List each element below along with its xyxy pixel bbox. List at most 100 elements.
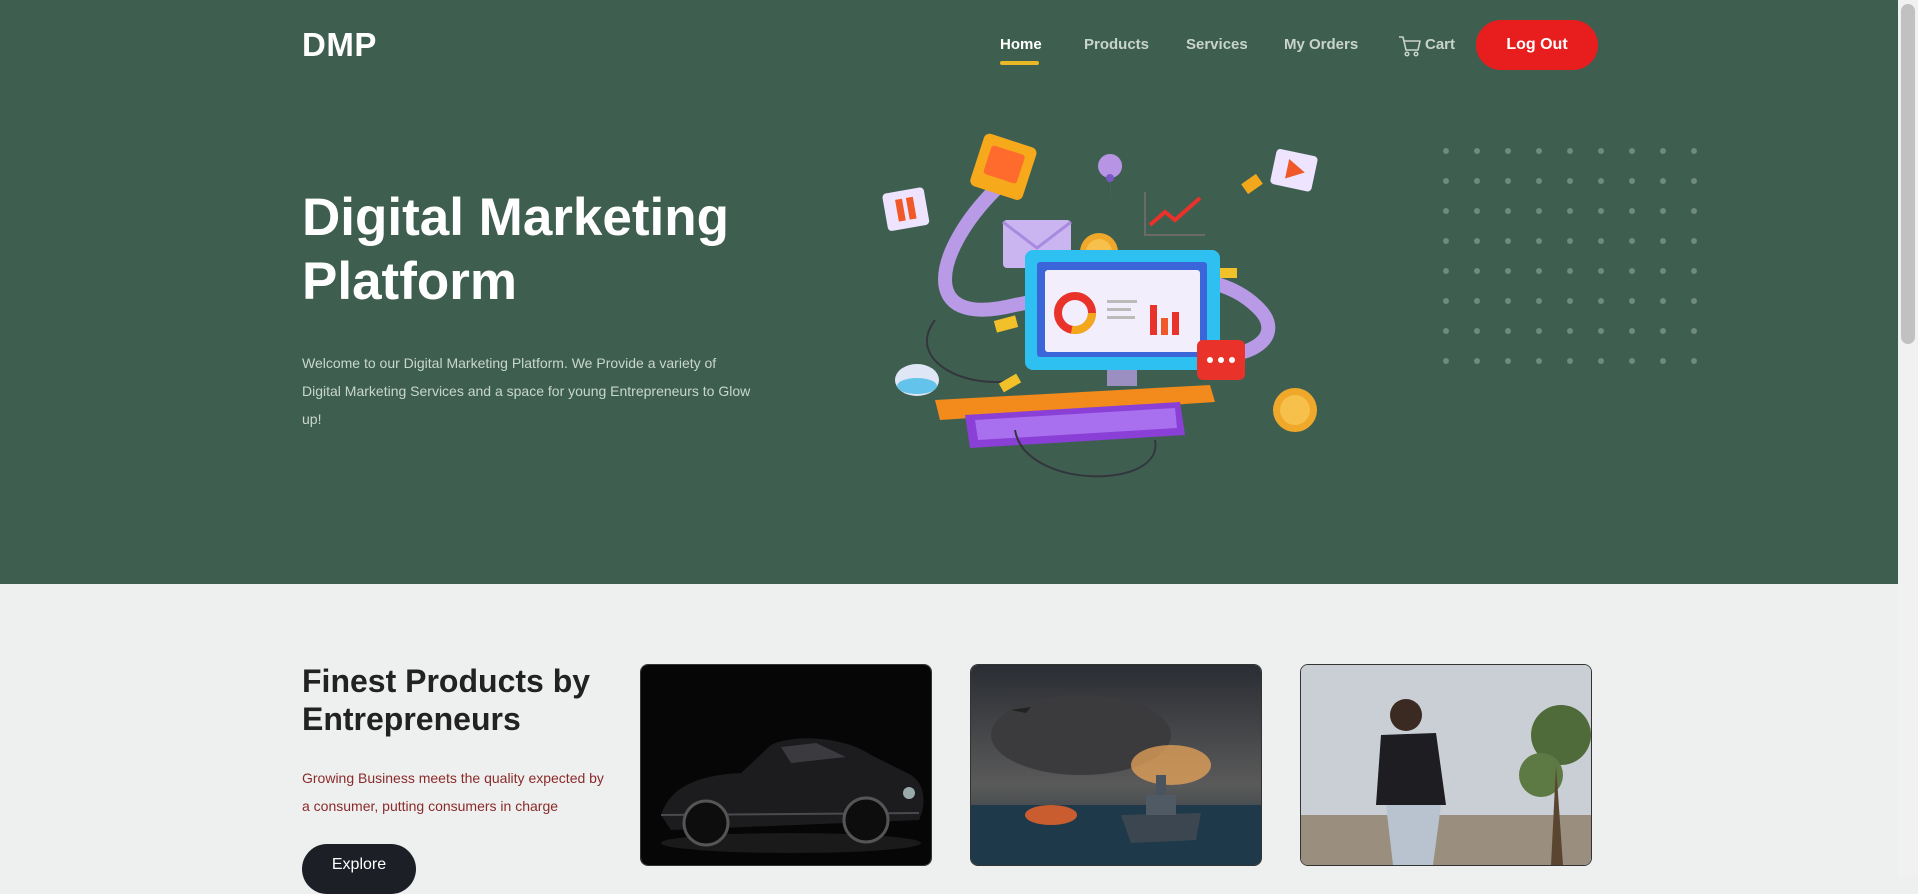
car-image	[641, 665, 931, 865]
product-card-warship[interactable]	[970, 664, 1262, 866]
decorative-dot	[1474, 298, 1480, 304]
decorative-dot	[1474, 358, 1480, 364]
decorative-dot	[1598, 268, 1604, 274]
decorative-dot	[1505, 208, 1511, 214]
decorative-dot	[1567, 238, 1573, 244]
explore-button[interactable]: Explore	[302, 844, 416, 894]
decorative-dot	[1660, 358, 1666, 364]
logout-button[interactable]: Log Out	[1476, 20, 1598, 70]
decorative-dot	[1505, 238, 1511, 244]
decorative-dot	[1536, 298, 1542, 304]
person-photo-image	[1301, 665, 1591, 865]
decorative-dot	[1443, 328, 1449, 334]
decorative-dot	[1505, 268, 1511, 274]
decorative-dot	[1567, 298, 1573, 304]
decorative-dot	[1443, 178, 1449, 184]
product-card-person[interactable]	[1300, 664, 1592, 866]
cart-icon[interactable]	[1398, 34, 1422, 58]
decorative-dot	[1443, 268, 1449, 274]
decorative-dot	[1629, 238, 1635, 244]
decorative-dot	[1598, 178, 1604, 184]
scrollbar-thumb[interactable]	[1901, 4, 1915, 344]
decorative-dot	[1505, 178, 1511, 184]
hero-title: Digital Marketing Platform	[302, 186, 822, 314]
decorative-dot	[1536, 268, 1542, 274]
decorative-dot	[1629, 178, 1635, 184]
decorative-dot	[1629, 328, 1635, 334]
nav-services[interactable]: Services	[1186, 36, 1248, 53]
decorative-dot	[1598, 328, 1604, 334]
decorative-dot	[1629, 268, 1635, 274]
decorative-dot	[1660, 268, 1666, 274]
decorative-dot	[1474, 238, 1480, 244]
decorative-dot	[1536, 178, 1542, 184]
decorative-dot	[1474, 328, 1480, 334]
decorative-dot	[1474, 208, 1480, 214]
decorative-dot	[1660, 178, 1666, 184]
decorative-dot	[1598, 358, 1604, 364]
nav-active-underline	[1000, 61, 1039, 65]
decorative-dot	[1567, 268, 1573, 274]
decorative-dot	[1691, 238, 1697, 244]
decorative-dot	[1629, 148, 1635, 154]
nav-home[interactable]: Home	[1000, 36, 1042, 53]
decorative-dot	[1691, 208, 1697, 214]
decorative-dot	[1536, 358, 1542, 364]
decorative-dot	[1598, 148, 1604, 154]
decorative-dot	[1691, 358, 1697, 364]
decorative-dot	[1598, 208, 1604, 214]
hero-title-line2: Platform	[302, 252, 517, 311]
decorative-dot	[1443, 238, 1449, 244]
decorative-dot	[1443, 148, 1449, 154]
decorative-dot	[1505, 328, 1511, 334]
decorative-dot-grid	[1443, 148, 1697, 364]
decorative-dot	[1443, 208, 1449, 214]
decorative-dot	[1629, 298, 1635, 304]
decorative-dot	[1536, 148, 1542, 154]
decorative-dot	[1629, 358, 1635, 364]
decorative-dot	[1660, 328, 1666, 334]
decorative-dot	[1567, 208, 1573, 214]
products-section-title: Finest Products by Entrepreneurs	[302, 662, 602, 738]
decorative-dot	[1598, 298, 1604, 304]
nav-cart[interactable]: Cart	[1425, 36, 1455, 53]
decorative-dot	[1536, 238, 1542, 244]
decorative-dot	[1567, 328, 1573, 334]
decorative-dot	[1443, 298, 1449, 304]
decorative-dot	[1691, 178, 1697, 184]
decorative-dot	[1505, 298, 1511, 304]
decorative-dot	[1443, 358, 1449, 364]
product-card-car[interactable]	[640, 664, 932, 866]
hero-title-line1: Digital Marketing	[302, 188, 730, 247]
products-section-description: Growing Business meets the quality expec…	[302, 770, 604, 814]
decorative-dot	[1536, 208, 1542, 214]
decorative-dot	[1691, 268, 1697, 274]
decorative-dot	[1660, 238, 1666, 244]
decorative-dot	[1505, 148, 1511, 154]
products-title-line1: Finest Products by	[302, 663, 591, 699]
decorative-dot	[1474, 268, 1480, 274]
decorative-dot	[1474, 178, 1480, 184]
decorative-dot	[1598, 238, 1604, 244]
decorative-dot	[1505, 358, 1511, 364]
decorative-dot	[1660, 208, 1666, 214]
decorative-dot	[1474, 148, 1480, 154]
warship-image	[971, 665, 1261, 865]
decorative-dot	[1567, 178, 1573, 184]
nav-my-orders[interactable]: My Orders	[1284, 36, 1358, 53]
decorative-dot	[1691, 298, 1697, 304]
decorative-dot	[1567, 148, 1573, 154]
decorative-dot	[1567, 358, 1573, 364]
decorative-dot	[1691, 328, 1697, 334]
products-title-line2: Entrepreneurs	[302, 701, 521, 737]
hero-section: DMP Home Products Services My Orders Car…	[0, 0, 1898, 584]
decorative-dot	[1691, 148, 1697, 154]
nav-products[interactable]: Products	[1084, 36, 1149, 53]
decorative-dot	[1536, 328, 1542, 334]
decorative-dot	[1660, 298, 1666, 304]
decorative-dot	[1629, 208, 1635, 214]
digital-marketing-illustration	[882, 133, 1318, 478]
hero-description: Welcome to our Digital Marketing Platfor…	[302, 355, 751, 427]
site-logo[interactable]: DMP	[302, 26, 377, 64]
decorative-dot	[1660, 148, 1666, 154]
